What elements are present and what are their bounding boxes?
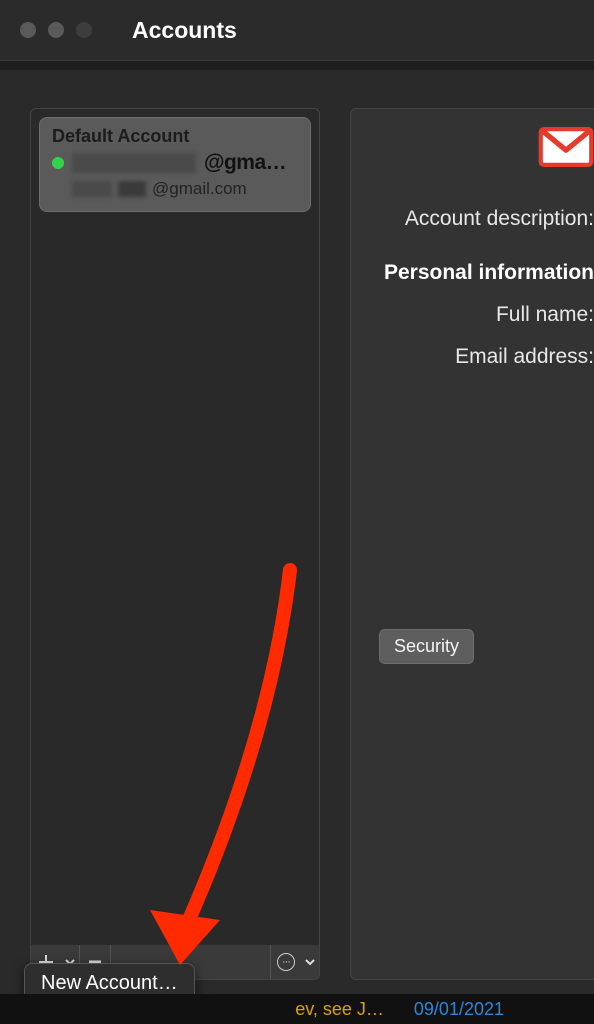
accounts-list: Default Account @gma… @gmail.com xyxy=(30,108,320,980)
redacted-text xyxy=(72,153,196,173)
personal-information-section-label: Personal information xyxy=(369,261,594,285)
account-list-item[interactable]: Default Account @gma… @gmail.com xyxy=(39,117,311,212)
background-date: 09/01/2021 xyxy=(414,999,504,1020)
close-window-icon[interactable] xyxy=(20,22,36,38)
redacted-text xyxy=(72,181,112,197)
window-traffic-lights[interactable] xyxy=(20,22,92,38)
account-primary-row: @gma… xyxy=(52,151,298,175)
account-actions-button[interactable]: ··· xyxy=(271,947,301,977)
ellipsis-circle-icon: ··· xyxy=(277,953,295,971)
gmail-icon xyxy=(369,127,594,167)
full-name-label: Full name: xyxy=(369,303,594,327)
security-button[interactable]: Security xyxy=(379,629,474,664)
minimize-window-icon[interactable] xyxy=(48,22,64,38)
background-list-row: ev, see J… 09/01/2021 xyxy=(0,994,594,1024)
account-secondary-suffix: @gmail.com xyxy=(152,179,247,199)
account-primary-suffix: @gma… xyxy=(204,151,286,175)
account-actions-menu-button[interactable] xyxy=(301,947,319,977)
account-description-label: Account description: xyxy=(369,207,594,231)
new-account-label: New Account… xyxy=(41,972,178,994)
background-subject-fragment: ev, see J… xyxy=(295,999,384,1020)
window-body: Default Account @gma… @gmail.com xyxy=(0,70,594,1024)
account-section-label: Default Account xyxy=(52,126,298,147)
window-titlebar: Accounts xyxy=(0,0,594,61)
email-address-label: Email address: xyxy=(369,345,594,369)
chevron-down-icon xyxy=(305,957,315,967)
account-secondary-row: @gmail.com xyxy=(72,179,298,199)
account-detail-pane: Account description: Personal informatio… xyxy=(350,108,594,980)
zoom-window-icon[interactable] xyxy=(76,22,92,38)
window-title: Accounts xyxy=(132,17,237,44)
redacted-text xyxy=(118,181,146,197)
status-online-icon xyxy=(52,157,64,169)
